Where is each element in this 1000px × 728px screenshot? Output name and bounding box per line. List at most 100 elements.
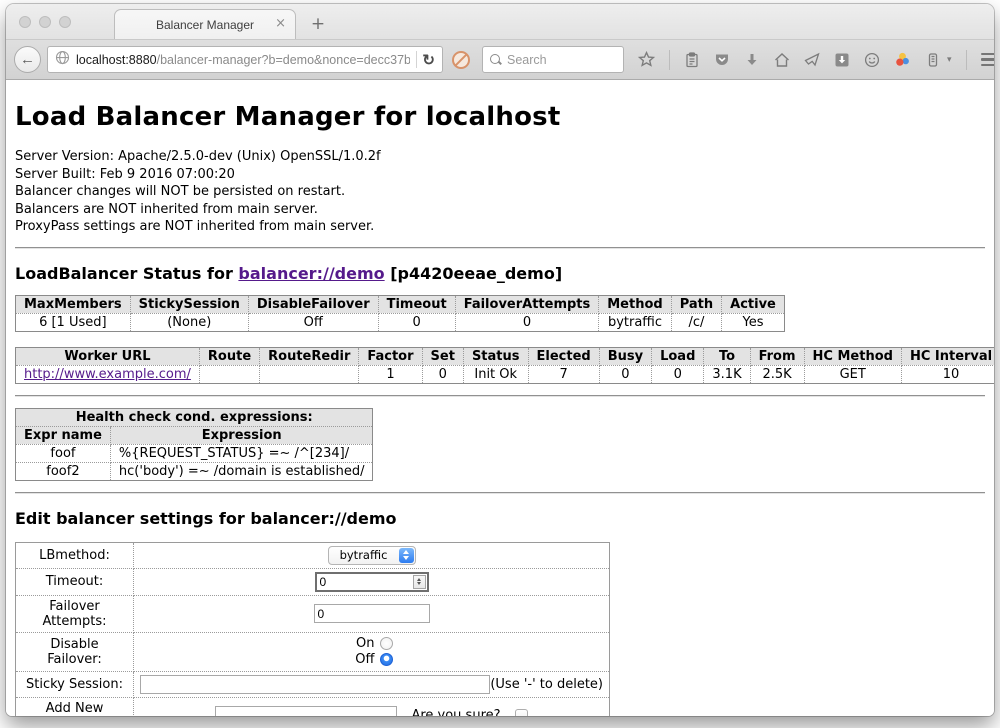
col-path: Path: [671, 295, 721, 313]
status-heading: LoadBalancer Status for balancer://demo …: [15, 264, 985, 283]
balancer-settings-form: LBmethod: bytraffic Timeout:: [15, 542, 610, 717]
are-you-sure-label: Are you sure?: [411, 708, 500, 716]
worker-header-row: Worker URL Route RouteRedir Factor Set S…: [16, 347, 995, 365]
notice-inherit: Balancers are NOT inherited from main se…: [15, 201, 985, 219]
save-page-icon[interactable]: [834, 52, 850, 68]
reload-icon[interactable]: ↻: [422, 51, 435, 69]
zoom-window-button[interactable]: [59, 16, 71, 28]
divider: [15, 395, 985, 397]
radio-off[interactable]: [380, 653, 393, 666]
failover-attempts-input[interactable]: [314, 604, 430, 623]
timeout-row: Timeout:: [16, 568, 610, 595]
urlbar-divider: [416, 51, 417, 68]
new-tab-button[interactable]: +: [306, 14, 330, 34]
worker-data-row: http://www.example.com/ 1 0 Init Ok 7 0 …: [16, 365, 995, 383]
toolbar-divider: [669, 50, 670, 70]
col-stickysession: StickySession: [130, 295, 248, 313]
status-heading-suffix: [p4420eeae_demo]: [390, 264, 562, 283]
page-content: Load Balancer Manager for localhost Serv…: [6, 80, 994, 716]
status-data-row: 6 [1 Used] (None) Off 0 0 bytraffic /c/ …: [16, 313, 785, 331]
add-worker-input[interactable]: [215, 706, 397, 716]
col-method: Method: [599, 295, 671, 313]
server-version: Server Version: Apache/2.5.0-dev (Unix) …: [15, 148, 985, 166]
tab-balancer-manager[interactable]: Balancer Manager ×: [114, 9, 296, 39]
status-header-row: MaxMembers StickySession DisableFailover…: [16, 295, 785, 313]
col-active: Active: [722, 295, 785, 313]
search-bar[interactable]: [482, 46, 624, 73]
lbmethod-label: LBmethod:: [16, 542, 134, 568]
notice-persist: Balancer changes will NOT be persisted o…: [15, 183, 985, 201]
failover-attempts-row: Failover Attempts:: [16, 595, 610, 632]
add-worker-label: Add New Worker:: [16, 697, 134, 716]
lbmethod-select[interactable]: bytraffic: [328, 546, 416, 565]
sticky-session-input[interactable]: [140, 675, 490, 694]
disable-failover-row: Disable Failover: On Off: [16, 632, 610, 671]
health-header-row: Expr name Expression: [16, 426, 373, 444]
home-icon[interactable]: [774, 52, 790, 68]
divider: [15, 247, 985, 249]
url-path: /balancer-manager?b=demo&nonce=decc37be-…: [157, 53, 410, 67]
balancer-link[interactable]: balancer://demo: [238, 264, 384, 283]
reading-list-icon[interactable]: [684, 52, 700, 68]
toolbar-icons: ▾: [638, 50, 994, 70]
edit-settings-heading: Edit balancer settings for balancer://de…: [15, 509, 985, 528]
health-row-foof2: foof2 hc('body') =~ /domain is establish…: [16, 462, 373, 480]
bookmark-star-icon[interactable]: [638, 51, 655, 68]
radio-on-label: On: [351, 636, 375, 652]
failover-attempts-label: Failover Attempts:: [16, 595, 134, 632]
col-expr-name: Expr name: [16, 426, 111, 444]
downloads-icon[interactable]: [744, 52, 760, 68]
minimize-window-button[interactable]: [39, 16, 51, 28]
select-stepper-icon: [399, 548, 414, 563]
toolbar-divider-2: [966, 50, 967, 70]
server-built: Server Built: Feb 9 2016 07:00:20: [15, 166, 985, 184]
col-timeout: Timeout: [378, 295, 455, 313]
health-title-row: Health check cond. expressions:: [16, 408, 373, 426]
search-input[interactable]: [507, 53, 607, 67]
timeout-input[interactable]: [315, 572, 429, 592]
divider: [15, 492, 985, 494]
search-icon: [490, 54, 502, 66]
tab-title: Balancer Manager: [156, 18, 254, 32]
health-table-title: Health check cond. expressions:: [16, 408, 373, 426]
health-row-foof: foof %{REQUEST_STATUS} =~ /^[234]/: [16, 444, 373, 462]
number-spinner-icon[interactable]: [413, 575, 426, 589]
send-to-device-icon[interactable]: [804, 52, 820, 68]
device-menu-caret-icon[interactable]: ▾: [947, 54, 952, 65]
device-battery-icon[interactable]: [925, 51, 941, 68]
globe-icon: [55, 50, 70, 70]
navigation-toolbar: ← localhost:8880/balancer-manager?b=demo…: [6, 39, 994, 80]
tab-bar: Balancer Manager × +: [6, 4, 994, 39]
notice-proxypass: ProxyPass settings are NOT inherited fro…: [15, 218, 985, 236]
url-host: localhost:8880: [76, 53, 157, 67]
url-bar[interactable]: localhost:8880/balancer-manager?b=demo&n…: [47, 46, 443, 73]
col-maxmembers: MaxMembers: [16, 295, 131, 313]
screenshot-stage: Balancer Manager × + ← localhost:8880/ba…: [0, 0, 1000, 728]
add-worker-row: Add New Worker: Are you sure?: [16, 697, 610, 716]
sticky-session-row: Sticky Session: (Use '-' to delete): [16, 671, 610, 697]
page-title: Load Balancer Manager for localhost: [15, 102, 985, 132]
balancer-status-table: MaxMembers StickySession DisableFailover…: [15, 295, 785, 332]
feedback-smiley-icon[interactable]: [864, 52, 880, 68]
back-button[interactable]: ←: [14, 46, 41, 73]
tab-close-icon[interactable]: ×: [275, 16, 286, 32]
pocket-icon[interactable]: [714, 52, 730, 68]
radio-on[interactable]: [380, 637, 393, 650]
close-window-button[interactable]: [19, 16, 31, 28]
radio-off-label: Off: [351, 652, 375, 668]
health-check-table: Health check cond. expressions: Expr nam…: [15, 408, 373, 481]
menu-icon[interactable]: [981, 53, 994, 67]
status-heading-prefix: LoadBalancer Status for: [15, 264, 233, 283]
url-text[interactable]: localhost:8880/balancer-manager?b=demo&n…: [76, 53, 410, 67]
traffic-lights: [19, 16, 71, 28]
col-disablefailover: DisableFailover: [248, 295, 378, 313]
disable-failover-label: Disable Failover:: [16, 632, 134, 671]
worker-url-link[interactable]: http://www.example.com/: [24, 367, 191, 382]
sticky-session-hint: (Use '-' to delete): [490, 677, 603, 692]
extension-colordots-icon[interactable]: [894, 51, 911, 68]
col-expression: Expression: [110, 426, 373, 444]
lbmethod-value: bytraffic: [340, 548, 388, 562]
worker-status-table: Worker URL Route RouteRedir Factor Set S…: [15, 347, 994, 384]
blocked-content-icon[interactable]: [452, 51, 470, 69]
are-you-sure-checkbox[interactable]: [515, 709, 528, 716]
